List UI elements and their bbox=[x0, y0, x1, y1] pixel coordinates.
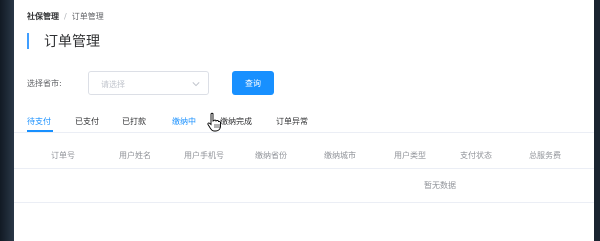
column-user-name: 用户姓名 bbox=[119, 151, 151, 160]
column-user-type: 用户类型 bbox=[394, 151, 426, 160]
hand-pointer-cursor-icon bbox=[207, 112, 221, 132]
page-title: 订单管理 bbox=[44, 34, 100, 50]
query-button[interactable]: 查询 bbox=[232, 71, 274, 95]
breadcrumb-root[interactable]: 社保管理 bbox=[27, 12, 59, 21]
tab-order-exception[interactable]: 订单异常 bbox=[276, 116, 308, 127]
tab-pending-payment[interactable]: 待支付 bbox=[27, 116, 51, 127]
empty-data-text: 暂无数据 bbox=[424, 181, 456, 190]
breadcrumb-current: 订单管理 bbox=[71, 12, 104, 21]
breadcrumb: 社保管理 / 订单管理 bbox=[27, 11, 104, 22]
column-order-number: 订单号 bbox=[51, 151, 75, 160]
tab-remitted[interactable]: 已打款 bbox=[122, 116, 146, 127]
main-panel: 社保管理 / 订单管理 订单管理 选择省市: 请选择 查询 待支付 已支付 已打款 … bbox=[14, 0, 594, 241]
column-total-service-fee: 总服务费 bbox=[529, 151, 561, 160]
column-city: 缴纳城市 bbox=[324, 151, 356, 160]
column-province: 缴纳省份 bbox=[255, 151, 287, 160]
tab-paid[interactable]: 已支付 bbox=[75, 116, 99, 127]
window-edge-right bbox=[594, 0, 600, 241]
table-header: 订单号 用户姓名 用户手机号 缴纳省份 缴纳城市 用户类型 支付状态 总服务费 bbox=[14, 140, 594, 169]
chevron-down-icon bbox=[192, 82, 200, 87]
select-placeholder: 请选择 bbox=[101, 80, 125, 89]
order-status-tabs: 待支付 已支付 已打款 缴纳中 缴纳完成 订单异常 bbox=[14, 110, 594, 133]
table-empty-row: 暂无数据 bbox=[14, 168, 594, 203]
column-user-phone: 用户手机号 bbox=[184, 151, 224, 160]
tab-in-payment[interactable]: 缴纳中 bbox=[172, 116, 196, 127]
tab-payment-complete[interactable]: 缴纳完成 bbox=[220, 116, 252, 127]
title-accent-bar bbox=[27, 33, 29, 49]
column-payment-status: 支付状态 bbox=[460, 151, 492, 160]
window-edge-left bbox=[0, 0, 14, 241]
active-tab-indicator bbox=[27, 130, 53, 132]
province-city-select[interactable]: 请选择 bbox=[88, 71, 209, 95]
breadcrumb-separator: / bbox=[64, 12, 67, 21]
province-city-label: 选择省市: bbox=[27, 79, 62, 88]
